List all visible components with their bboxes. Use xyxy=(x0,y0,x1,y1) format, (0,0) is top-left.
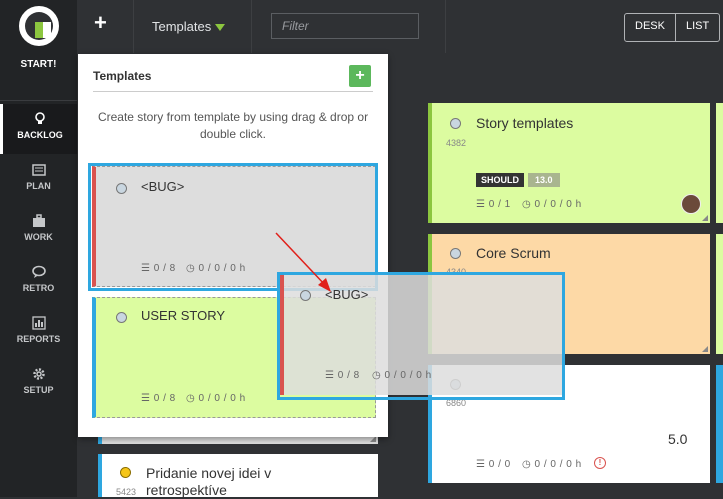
drag-arrow-icon xyxy=(275,232,331,292)
